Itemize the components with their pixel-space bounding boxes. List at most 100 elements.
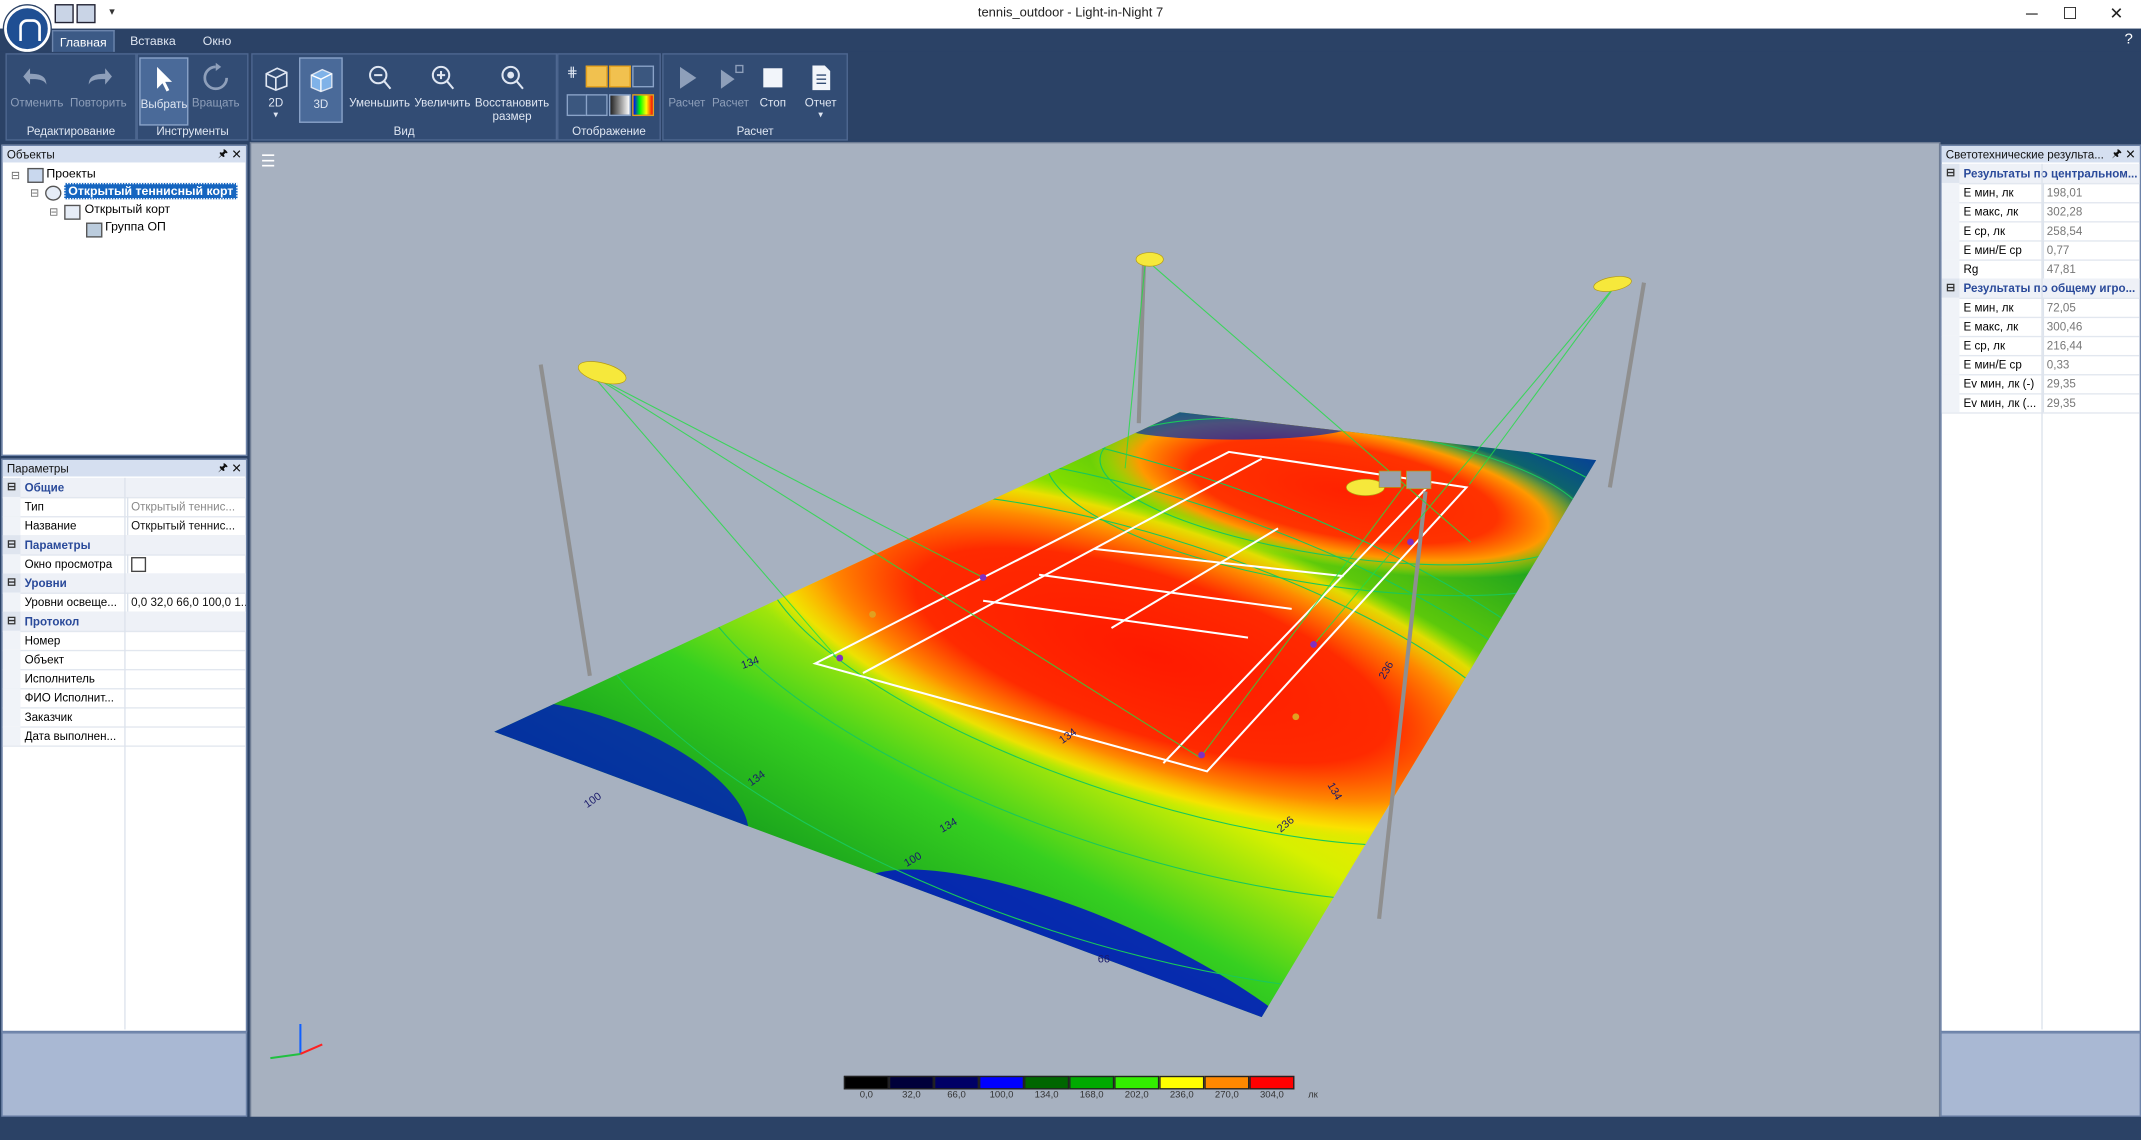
window-title: tennis_outdoor - Light-in-Night 7 <box>977 5 1164 21</box>
parameter-value[interactable] <box>126 554 246 574</box>
panel-close-icon[interactable]: ✕ <box>231 460 241 476</box>
tree-item-luminaire-group[interactable]: Группа ОП <box>105 220 166 234</box>
group-calc: Расчет Расчет Стоп Отчет ▾ Расчет <box>662 53 848 141</box>
parameter-label: Окно просмотра <box>24 557 113 571</box>
view-3d-button[interactable]: 3D <box>299 57 343 123</box>
category-collapse-icon[interactable]: ⊟ <box>1941 278 1960 298</box>
redo-button[interactable]: Повторить <box>70 57 127 123</box>
select-button[interactable]: Выбрать <box>139 57 189 126</box>
result-value: 302,28 <box>2042 202 2141 222</box>
stop-button[interactable]: Стоп <box>752 57 793 123</box>
legend-swatch <box>1159 1075 1205 1090</box>
results-section-label: Результаты по общему игро... <box>1963 281 2136 295</box>
calc-selected-button[interactable]: Расчет <box>709 57 753 123</box>
legend-label: 32,0 <box>902 1090 921 1101</box>
parameter-category-label: Общие <box>24 480 65 495</box>
undo-button[interactable]: Отменить <box>8 57 65 123</box>
projects-icon <box>27 167 44 183</box>
app-logo[interactable] <box>4 5 51 52</box>
panel-close-icon[interactable]: ✕ <box>231 146 241 162</box>
zoom-out-button[interactable]: Уменьшить <box>348 57 411 123</box>
grid-divider <box>124 477 126 1030</box>
result-value: 216,44 <box>2042 335 2141 355</box>
parameters-panel-title: Параметры <box>6 461 69 476</box>
row-gutter <box>2 649 21 669</box>
category-collapse-icon[interactable]: ⊟ <box>2 611 21 631</box>
legend-label: 100,0 <box>989 1090 1014 1101</box>
tab-window[interactable]: Окно <box>191 30 243 52</box>
legend-label: 202,0 <box>1124 1090 1149 1101</box>
category-collapse-icon[interactable]: ⊟ <box>2 573 21 593</box>
grayscale-display-icon[interactable] <box>608 94 631 117</box>
maximize-button[interactable]: ☐ <box>2045 0 2094 29</box>
calc-button[interactable]: Расчет <box>665 57 709 123</box>
category-collapse-icon[interactable]: ⊟ <box>2 477 21 497</box>
legend-swatch <box>1024 1075 1070 1090</box>
checkbox[interactable] <box>131 557 147 573</box>
result-value: 29,35 <box>2042 393 2141 413</box>
play-icon <box>679 66 697 89</box>
target-display-icon[interactable] <box>608 65 631 88</box>
group-editing-label: Редактирование <box>26 124 116 138</box>
result-label: Ev мин, лк (... <box>1963 395 2037 410</box>
restore-size-label-1: Восстановить <box>474 95 550 110</box>
redo-icon <box>88 68 112 85</box>
legend-swatch <box>1249 1075 1295 1090</box>
stop-label: Стоп <box>759 95 787 110</box>
report-dropdown-icon: ▾ <box>818 110 824 121</box>
tab-insert[interactable]: Вставка <box>123 30 183 52</box>
parameter-label: Номер <box>24 633 61 648</box>
row-gutter <box>2 707 21 727</box>
zoom-out-icon <box>369 65 392 90</box>
tree-collapse-icon[interactable]: ⊟ <box>11 169 20 181</box>
results-panel-header: Светотехнические результа... 🖈 ✕ <box>1941 146 2140 163</box>
close-button[interactable]: ✕ <box>2092 0 2141 29</box>
tree-item-outdoor-court[interactable]: Открытый корт <box>85 202 171 216</box>
parameter-value[interactable]: Открытый теннис... <box>126 516 246 536</box>
tree-item-tennis-court[interactable]: Открытый теннисный корт <box>64 182 238 200</box>
cube-wireframe-icon <box>265 67 288 91</box>
pin-icon[interactable]: 🖈 <box>2112 146 2122 162</box>
parameter-value[interactable]: 0,0 32,0 66,0 100,0 1... <box>126 592 246 612</box>
parameter-category-label: Уровни <box>24 576 67 590</box>
calc-selected-label: Расчет <box>712 95 749 110</box>
tree-item-projects[interactable]: Проекты <box>46 167 95 181</box>
zoom-in-button[interactable]: Увеличить <box>411 57 474 123</box>
pin-icon[interactable]: 🖈 <box>218 460 228 476</box>
restore-size-button[interactable]: Восстановить размер <box>474 57 550 123</box>
panel-close-icon[interactable]: ✕ <box>2125 146 2135 162</box>
result-value: 29,35 <box>2042 374 2141 394</box>
parameter-value[interactable]: Открытый теннис... <box>126 496 246 517</box>
help-button[interactable]: ? <box>2124 31 2132 47</box>
row-gutter <box>1941 202 1960 222</box>
row-gutter <box>1941 259 1960 279</box>
luminaire-display-icon[interactable] <box>585 65 608 88</box>
color-map-display-icon[interactable] <box>632 94 655 117</box>
result-value: 258,54 <box>2042 221 2141 241</box>
tree-collapse-icon[interactable]: ⊟ <box>30 187 39 199</box>
row-gutter <box>1941 182 1960 203</box>
group-view-label: Вид <box>393 124 415 138</box>
report-button[interactable]: Отчет ▾ <box>797 57 843 123</box>
contour-label: 66 <box>1098 954 1110 966</box>
isolines-display-icon[interactable] <box>585 94 608 117</box>
grid-dots-icon[interactable]: ⋕ <box>567 66 586 85</box>
tree-collapse-icon[interactable]: ⊟ <box>49 206 58 218</box>
tab-home[interactable]: Главная <box>51 30 115 54</box>
group-tools: Выбрать Вращать Инструменты <box>136 53 249 141</box>
legend-label: 304,0 <box>1259 1090 1284 1101</box>
rotate-button[interactable]: Вращать <box>190 57 242 123</box>
result-label: Rg <box>1963 262 1979 276</box>
category-collapse-icon[interactable]: ⊟ <box>2 535 21 555</box>
category-collapse-icon[interactable]: ⊟ <box>1941 163 1960 183</box>
row-gutter <box>1941 335 1960 355</box>
view-2d-button[interactable]: 2D ▾ <box>255 57 296 123</box>
parameter-label: Дата выполнен... <box>24 729 117 743</box>
table-display-icon[interactable] <box>632 65 655 88</box>
result-value: 300,46 <box>2042 316 2141 336</box>
pin-icon[interactable]: 🖈 <box>218 146 228 162</box>
ribbon: Отменить Повторить Редактирование Выбрат… <box>0 51 2141 141</box>
zoom-fit-icon <box>501 65 524 90</box>
group-display: ⋕ Отображение <box>557 53 661 141</box>
3d-viewport[interactable]: ☰ 100 134 134 100 66 134 236 134 236 134… <box>249 141 1941 1119</box>
